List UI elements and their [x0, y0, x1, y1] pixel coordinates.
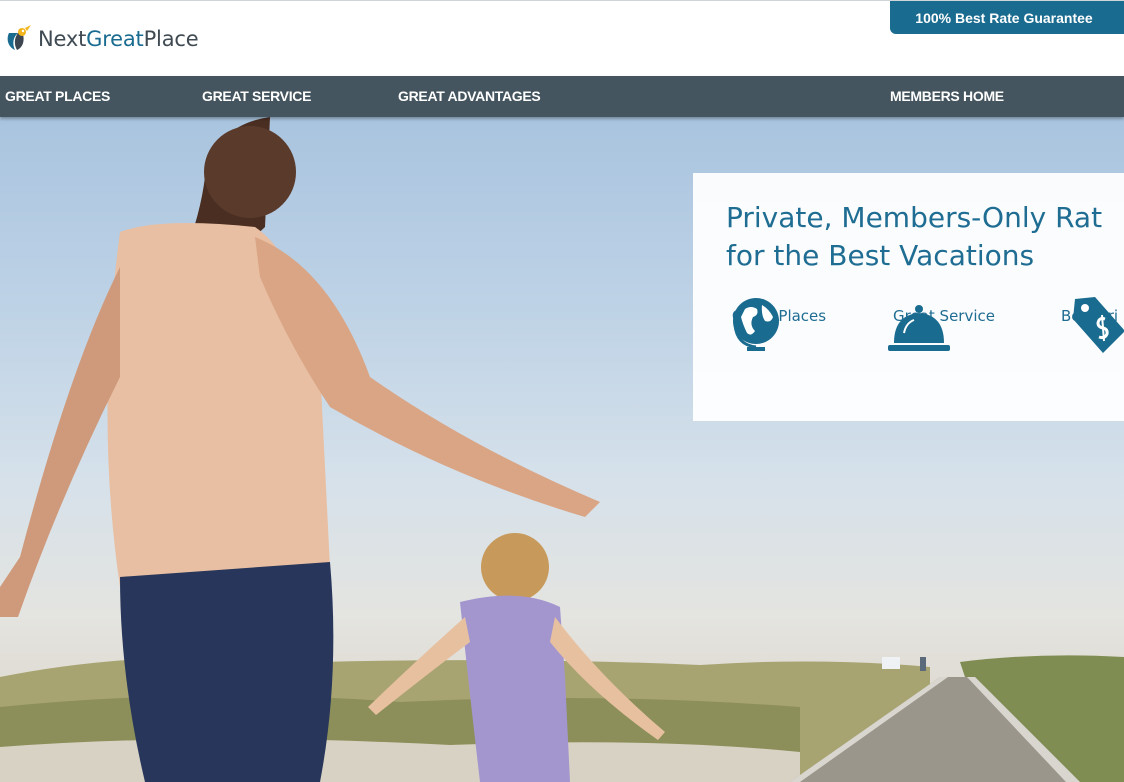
nav-members-home[interactable]: MEMBERS HOME: [890, 76, 1004, 117]
logo-text-next: Next: [38, 27, 87, 51]
nav-great-advantages[interactable]: GREAT ADVANTAGES: [398, 76, 541, 117]
nav-great-places[interactable]: GREAT PLACES: [5, 76, 110, 117]
logo-text-place: Place: [143, 27, 199, 51]
main-nav: GREAT PLACES GREAT SERVICE GREAT ADVANTA…: [0, 76, 1124, 117]
nav-great-service[interactable]: GREAT SERVICE: [202, 76, 311, 117]
best-rate-guarantee-badge[interactable]: 100% Best Rate Guarantee: [890, 1, 1124, 34]
logo-mark-icon: [7, 25, 31, 50]
service-bell-icon: [888, 305, 950, 351]
logo-text: NextGreatPlace: [38, 27, 199, 51]
logo[interactable]: NextGreatPlace: [5, 25, 199, 53]
page: NextGreatPlace 100% Best Rate Guarantee …: [0, 0, 1124, 782]
promo-headline: Private, Members-Only Rat for the Best Va…: [726, 199, 1124, 275]
price-tag-icon: [1073, 297, 1124, 353]
promo-headline-line1: Private, Members-Only Rat: [726, 201, 1103, 234]
hero-banner: Private, Members-Only Rat for the Best Va…: [0, 117, 1124, 782]
logo-text-great: Great: [86, 27, 144, 51]
site-header: NextGreatPlace 100% Best Rate Guarantee: [0, 0, 1124, 76]
feature-best-price[interactable]: Best Pri: [1055, 295, 1124, 353]
promo-panel: Private, Members-Only Rat for the Best Va…: [693, 173, 1124, 421]
feature-great-service[interactable]: Great Service: [886, 295, 1002, 351]
promo-headline-line2: for the Best Vacations: [726, 239, 1035, 272]
globe-icon: [733, 298, 779, 351]
feature-great-places[interactable]: Great Places: [729, 295, 829, 351]
